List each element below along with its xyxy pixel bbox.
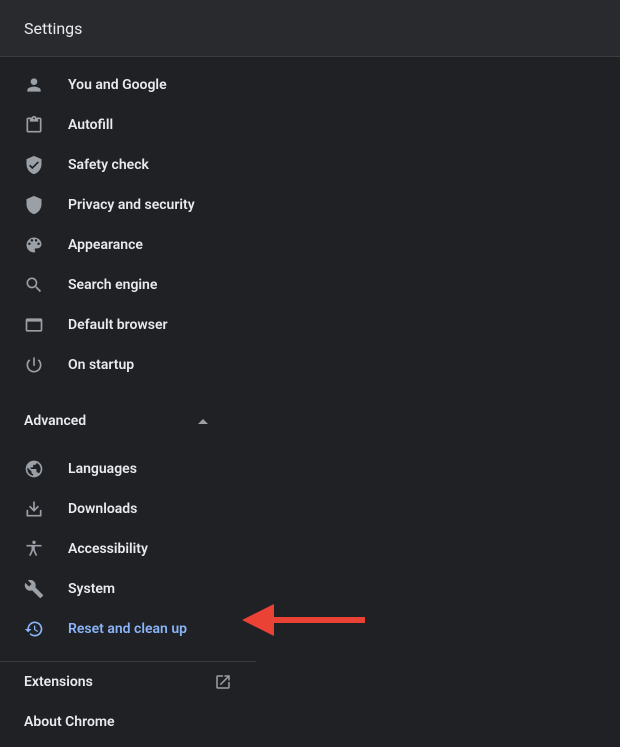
sidebar-item-label: Privacy and security <box>68 197 195 213</box>
sidebar-item-system[interactable]: System <box>0 569 256 609</box>
extensions-label: Extensions <box>24 674 93 690</box>
sidebar-item-safety-check[interactable]: Safety check <box>0 145 256 185</box>
sidebar-item-about-chrome[interactable]: About Chrome <box>0 702 256 742</box>
sidebar-item-label: Safety check <box>68 157 149 173</box>
advanced-label: Advanced <box>24 413 86 429</box>
browser-window-icon <box>24 315 44 335</box>
sidebar-item-label: Downloads <box>68 501 137 517</box>
advanced-toggle[interactable]: Advanced <box>0 401 232 441</box>
power-icon <box>24 355 44 375</box>
sidebar-item-label: Languages <box>68 461 137 477</box>
sidebar-item-you-and-google[interactable]: You and Google <box>0 65 256 105</box>
sidebar-item-reset-clean-up[interactable]: Reset and clean up <box>0 609 256 649</box>
person-icon <box>24 75 44 95</box>
palette-icon <box>24 235 44 255</box>
arrow-annotation <box>240 600 370 640</box>
sidebar-item-label: On startup <box>68 357 134 373</box>
chevron-up-icon <box>198 419 208 424</box>
clipboard-icon <box>24 115 44 135</box>
sidebar-item-appearance[interactable]: Appearance <box>0 225 256 265</box>
page-title: Settings <box>24 19 82 38</box>
sidebar-item-privacy-security[interactable]: Privacy and security <box>0 185 256 225</box>
header: Settings <box>0 0 620 57</box>
sidebar-item-languages[interactable]: Languages <box>0 449 256 489</box>
sidebar-item-label: Reset and clean up <box>68 621 187 637</box>
shield-icon <box>24 195 44 215</box>
sidebar: You and Google Autofill Safety check Pri… <box>0 57 256 742</box>
sidebar-item-label: You and Google <box>68 77 167 93</box>
download-icon <box>24 499 44 519</box>
sidebar-item-label: Autofill <box>68 117 113 133</box>
accessibility-icon <box>24 539 44 559</box>
globe-icon <box>24 459 44 479</box>
sidebar-item-downloads[interactable]: Downloads <box>0 489 256 529</box>
sidebar-item-label: System <box>68 581 115 597</box>
sidebar-item-autofill[interactable]: Autofill <box>0 105 256 145</box>
restore-icon <box>24 619 44 639</box>
about-label: About Chrome <box>24 714 115 730</box>
shield-check-icon <box>24 155 44 175</box>
sidebar-item-label: Appearance <box>68 237 143 253</box>
sidebar-item-label: Default browser <box>68 317 168 333</box>
wrench-icon <box>24 579 44 599</box>
search-icon <box>24 275 44 295</box>
sidebar-item-default-browser[interactable]: Default browser <box>0 305 256 345</box>
sidebar-item-accessibility[interactable]: Accessibility <box>0 529 256 569</box>
sidebar-item-label: Accessibility <box>68 541 148 557</box>
sidebar-item-on-startup[interactable]: On startup <box>0 345 256 385</box>
open-in-new-icon <box>214 673 232 691</box>
sidebar-item-search-engine[interactable]: Search engine <box>0 265 256 305</box>
sidebar-item-label: Search engine <box>68 277 157 293</box>
sidebar-item-extensions[interactable]: Extensions <box>0 662 256 702</box>
